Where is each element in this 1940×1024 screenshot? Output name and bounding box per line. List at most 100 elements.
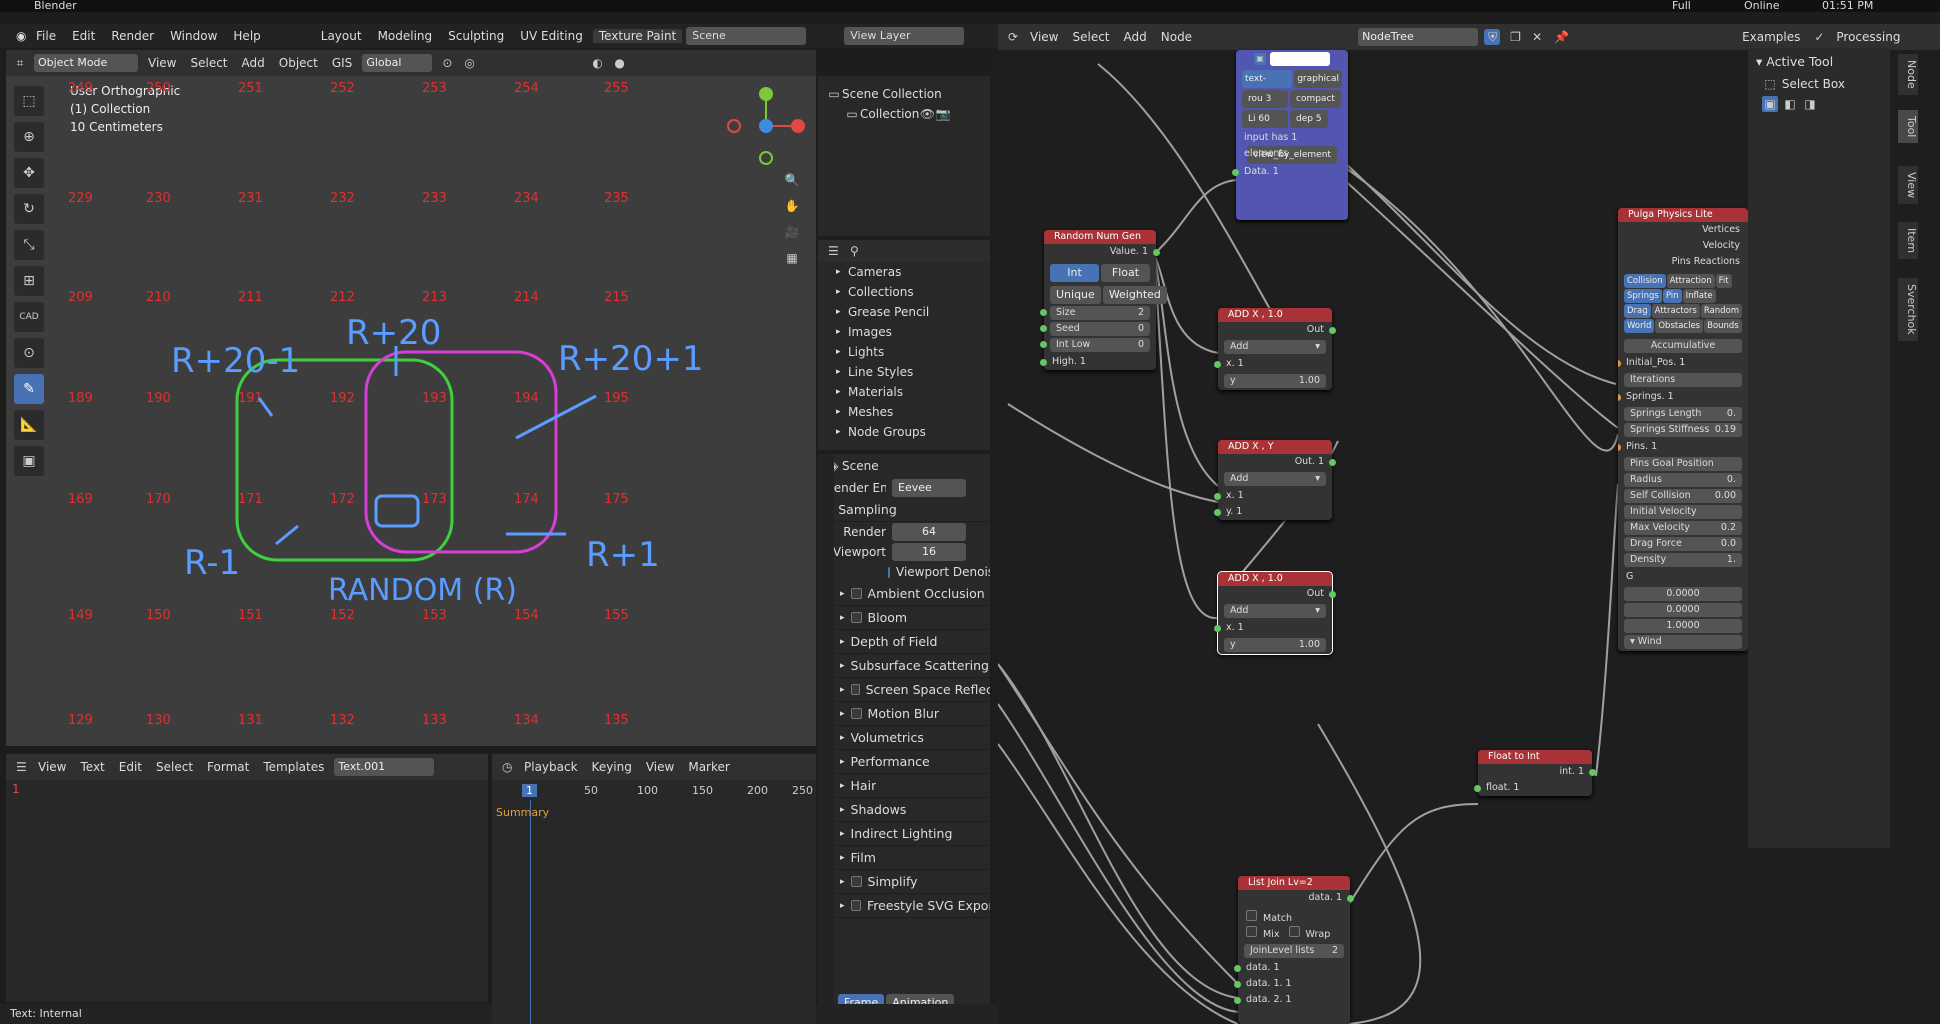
expand-icon[interactable]: ▸ [840,829,845,839]
expand-icon[interactable]: ▸ [840,781,845,791]
section-volumetrics[interactable]: ▸ Volumetrics [818,726,990,750]
pulga-input[interactable]: Iterations [1624,373,1742,387]
navigation-gizmo[interactable] [726,86,806,166]
summary-channel[interactable]: Summary [496,806,549,819]
pulga-input[interactable]: Springs Stiffness 0.19 [1624,423,1742,437]
pulga-tab[interactable]: Obstacles [1655,319,1704,333]
select-extend-icon[interactable]: ◧ [1782,96,1798,112]
output-socket[interactable] [1329,327,1336,334]
pulga-input[interactable]: Max Velocity 0.2 [1624,521,1742,535]
outliner-collection[interactable]: ▭ Collection 👁 📷 [818,104,990,124]
operation-selector[interactable]: Add ▾ [1224,340,1326,354]
input-socket[interactable] [1040,341,1047,348]
render-engine-selector[interactable]: Eevee [892,479,966,497]
data-item[interactable]: ▸ Cameras [818,262,990,282]
workspace-modeling[interactable]: Modeling [372,29,439,43]
sidebar-tab-view[interactable]: View [1898,166,1918,205]
viewport-menu-object[interactable]: Object [275,56,322,70]
section-bloom[interactable]: ▸ Bloom [818,606,990,630]
editor-type-icon[interactable]: ⌗ [12,55,28,71]
menu-render[interactable]: Render [105,29,160,43]
expand-icon[interactable]: ▸ [836,347,848,357]
expand-icon[interactable]: ▸ [840,877,845,887]
workspace-texture-paint[interactable]: Texture Paint [592,29,683,43]
pulga-input[interactable]: Springs Length 0. [1624,407,1742,421]
viewer-mode-text[interactable]: text-based [1242,70,1293,102]
pulga-input[interactable]: Initial_Pos. 1 [1618,355,1748,371]
expand-icon[interactable]: ▸ [840,613,845,623]
orientation-selector[interactable]: Global [362,54,433,72]
pulga-tab[interactable]: Springs [1624,289,1662,303]
input-socket[interactable] [1234,997,1241,1004]
wrap-checkbox[interactable] [1288,926,1300,937]
section-hair[interactable]: ▸ Hair [818,774,990,798]
expand-icon[interactable]: ▸ [840,685,845,695]
text-menu-edit[interactable]: Edit [115,760,146,774]
pulga-tab[interactable]: Attraction [1666,274,1715,288]
data-item[interactable]: ▸ Grease Pencil [818,302,990,322]
input-socket[interactable] [1040,325,1047,332]
section-checkbox[interactable] [850,876,862,887]
float-to-int-node[interactable]: Float to Int int. 1 float. 1 [1474,750,1596,796]
data-item[interactable]: ▸ Meshes [818,402,990,422]
menu-help[interactable]: Help [227,29,266,43]
input-socket[interactable] [1234,965,1241,972]
expand-icon[interactable]: ▸ [836,267,848,277]
pulga-tab[interactable]: Pin [1662,289,1682,303]
data-item[interactable]: ▸ Node Groups [818,422,990,442]
menu-window[interactable]: Window [164,29,223,43]
output-socket[interactable] [1329,459,1336,466]
data-item[interactable]: ▸ Materials [818,382,990,402]
expand-icon[interactable]: ▸ [840,901,845,911]
rounding-field[interactable]: rou 3 [1242,90,1288,108]
text-menu-format[interactable]: Format [203,760,253,774]
compact-toggle[interactable]: compact [1290,90,1341,108]
viewport-menu-view[interactable]: View [144,56,180,70]
output-socket[interactable] [1153,249,1160,256]
visibility-eye-icon[interactable]: 👁 [919,106,935,122]
workspace-layout[interactable]: Layout [315,29,368,43]
section-shadows[interactable]: ▸ Shadows [818,798,990,822]
clock-icon[interactable]: ◷ [498,759,514,775]
viewer-mode-graphical[interactable]: graphical [1294,70,1342,88]
input-socket[interactable] [1214,509,1221,516]
expand-icon[interactable]: ▸ [836,287,848,297]
wind-field[interactable]: ▾ Wind [1624,635,1742,649]
input-socket[interactable] [1474,785,1481,792]
input-socket[interactable] [1618,444,1621,451]
expand-icon[interactable]: ▸ [840,853,845,863]
section-screen-space-reflections[interactable]: ▸Screen Space Reflections [818,678,990,702]
gizmo-neg-y-icon[interactable] [759,151,773,165]
section-freestyle-svg-export[interactable]: ▸ Freestyle SVG Export [818,894,990,918]
camera-view-icon[interactable]: 🎥 [784,224,800,240]
gizmo-z-icon[interactable] [759,119,773,133]
pulga-tab[interactable]: Drag [1624,304,1651,318]
workspace-sculpting[interactable]: Sculpting [442,29,510,43]
blender-logo-icon[interactable]: ◉ [10,28,26,44]
sidebar-tab-node[interactable]: Node [1898,54,1918,95]
pulga-tab[interactable]: Fit [1715,274,1732,288]
pan-hand-icon[interactable]: ✋ [784,198,800,214]
accumulative-toggle[interactable]: Accumulative [1624,339,1742,353]
input-socket[interactable] [1040,359,1047,366]
menu-file[interactable]: File [30,29,62,43]
workspace-uv-editing[interactable]: UV Editing [514,29,589,43]
input-socket[interactable] [1234,981,1241,988]
pulga-input[interactable]: Density 1. [1624,553,1742,567]
sidebar-tab-sverchok[interactable]: Sverchok [1898,278,1918,341]
pulga-input[interactable]: Springs. 1 [1618,389,1748,405]
pulga-input[interactable]: Initial Velocity [1624,505,1742,519]
gravity-component[interactable]: 0.0000 [1624,587,1742,601]
timeline-area[interactable]: 1 50 100 150 200 250 Summary [492,780,816,1024]
timeline-menu-view[interactable]: View [642,760,678,774]
gizmo-neg-x-icon[interactable] [727,119,741,133]
output-socket[interactable] [1329,591,1336,598]
text-menu-view[interactable]: View [34,760,70,774]
proportional-edit-icon[interactable]: ◎ [460,55,476,71]
section-subsurface-scattering[interactable]: ▸ Subsurface Scattering [818,654,990,678]
timeline-menu-keying[interactable]: Keying [588,760,636,774]
sidebar-tab-item[interactable]: Item [1898,222,1918,260]
data-item[interactable]: ▸ Collections [818,282,990,302]
output-socket[interactable] [1347,895,1354,902]
timeline-menu-marker[interactable]: Marker [684,760,733,774]
